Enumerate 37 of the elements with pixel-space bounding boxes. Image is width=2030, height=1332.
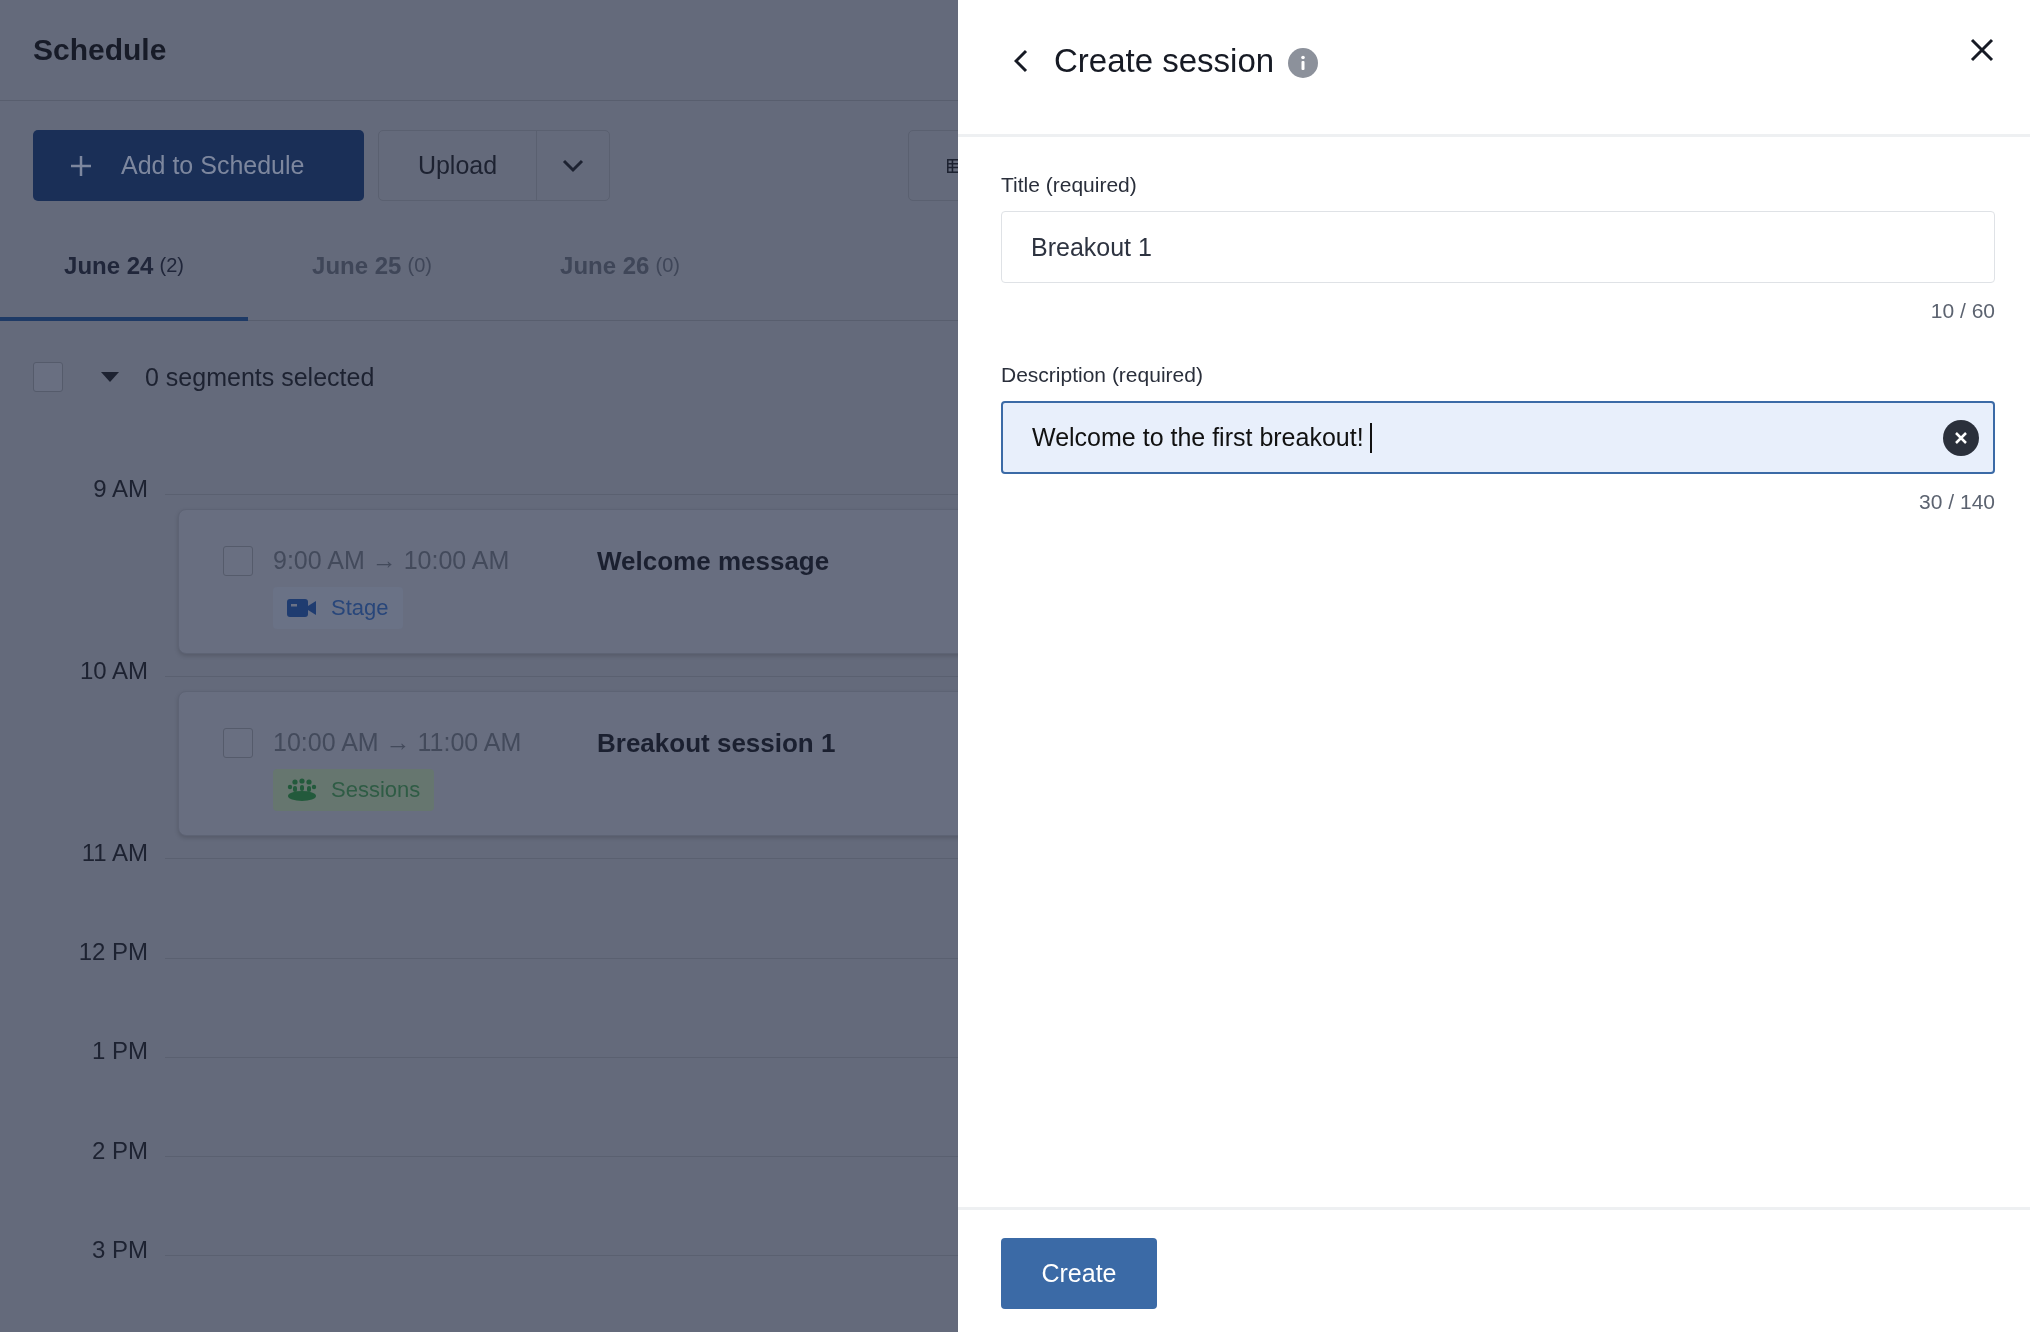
chevron-left-icon (1014, 49, 1028, 73)
close-icon (1955, 431, 1967, 444)
close-icon (1970, 38, 1994, 62)
character-counter: 10 / 60 (1930, 299, 1995, 323)
chevron-down-icon (562, 158, 584, 173)
group-of-people-icon (287, 777, 317, 802)
tag-label: Stage (331, 594, 389, 621)
hour-label: 2 PM (91, 1136, 148, 1165)
caret-down-icon[interactable] (101, 372, 119, 383)
panel-title: Create session (1054, 42, 1275, 80)
create-button[interactable]: Create (1001, 1238, 1157, 1309)
info-icon[interactable] (1288, 48, 1319, 78)
hour-label: 1 PM (91, 1037, 148, 1066)
video-camera-icon (287, 597, 317, 618)
text-input[interactable]: Welcome to the first breakout! (1001, 401, 1995, 474)
character-counter: 30 / 140 (1919, 490, 1995, 514)
date-tab[interactable]: June 24 (2) (0, 210, 248, 321)
field-label: Description (required) (1001, 363, 1204, 387)
hour-label: 12 PM (77, 938, 148, 967)
hour-label: 10 AM (78, 656, 148, 685)
page-title: Schedule (33, 33, 167, 68)
event-title: Breakout session 1 (597, 727, 836, 760)
close-button[interactable] (1970, 38, 1994, 62)
hour-label: 11 AM (80, 838, 148, 867)
text-cursor (1369, 422, 1372, 453)
clear-button[interactable] (1943, 419, 1979, 456)
tag-label: Sessions (331, 776, 421, 803)
selection-count: 0 segments selected (145, 362, 375, 392)
hour-label: 3 PM (91, 1235, 148, 1264)
table-icon (947, 156, 958, 175)
event-title: Welcome message (597, 545, 830, 578)
plus-icon (69, 153, 93, 178)
add-to-schedule-button[interactable]: Add to Schedule (33, 130, 364, 202)
back-button[interactable] (1014, 49, 1028, 73)
hour-label: 9 AM (92, 474, 148, 503)
field-label: Title (required) (1001, 173, 1138, 197)
text-input[interactable]: Breakout 1 (1001, 211, 1995, 283)
